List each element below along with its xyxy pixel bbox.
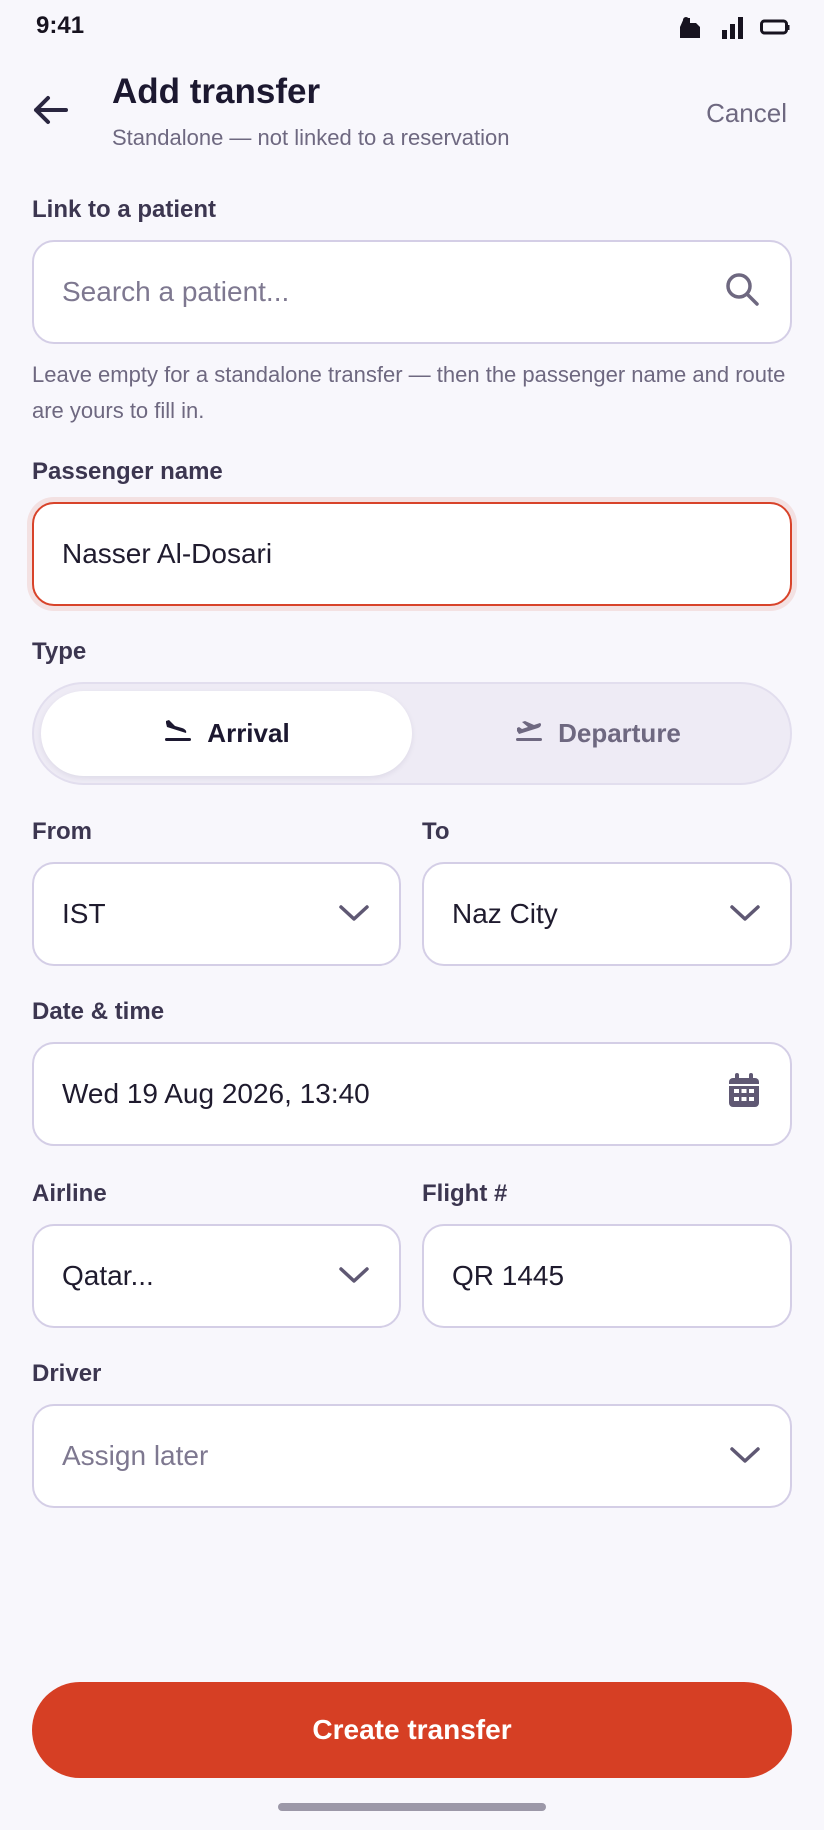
back-button[interactable]	[22, 84, 78, 140]
driver-placeholder: Assign later	[62, 1440, 209, 1471]
home-indicator[interactable]	[278, 1803, 546, 1811]
passenger-name-input[interactable]: Nasser Al-Dosari	[32, 502, 792, 606]
notification-icon	[678, 14, 706, 45]
chevron-down-icon	[337, 898, 371, 930]
chevron-down-icon	[728, 1440, 762, 1472]
flight-number-value: QR 1445	[452, 1260, 565, 1291]
from-select[interactable]: IST	[32, 862, 401, 966]
calendar-icon[interactable]	[726, 1072, 762, 1117]
airline-select[interactable]: Qatar...	[32, 1224, 401, 1328]
type-option-departure[interactable]: Departure	[412, 691, 783, 776]
type-option-arrival[interactable]: Arrival	[41, 691, 412, 776]
to-value: Naz City	[452, 898, 558, 929]
plane-takeoff-icon	[514, 717, 544, 750]
patient-search-placeholder: Search a patient...	[62, 276, 290, 307]
type-option-arrival-label: Arrival	[207, 718, 290, 748]
page-title: Add transfer	[112, 72, 321, 111]
flight-number-input[interactable]: QR 1445	[422, 1224, 792, 1328]
from-label: From	[32, 818, 92, 845]
airline-label: Airline	[32, 1180, 107, 1207]
to-select[interactable]: Naz City	[422, 862, 792, 966]
create-transfer-button[interactable]: Create transfer	[32, 1682, 792, 1778]
to-label: To	[422, 818, 450, 845]
passenger-label: Passenger name	[32, 458, 223, 485]
datetime-label: Date & time	[32, 998, 165, 1025]
type-segmented-control: Arrival Departure	[32, 682, 792, 785]
cancel-button[interactable]: Cancel	[706, 98, 787, 129]
driver-label: Driver	[32, 1360, 102, 1387]
flight-label: Flight #	[422, 1180, 508, 1207]
chevron-down-icon	[337, 1260, 371, 1292]
datetime-input[interactable]: Wed 19 Aug 2026, 13:40	[32, 1042, 792, 1146]
driver-select[interactable]: Assign later	[32, 1404, 792, 1508]
datetime-value: Wed 19 Aug 2026, 13:40	[62, 1078, 370, 1109]
chevron-down-icon	[728, 898, 762, 930]
page-subtitle: Standalone — not linked to a reservation	[112, 125, 510, 150]
plane-landing-icon	[163, 717, 193, 750]
search-icon[interactable]	[722, 269, 762, 316]
signal-icon	[720, 14, 746, 45]
patient-search-input[interactable]: Search a patient...	[32, 240, 792, 344]
type-option-departure-label: Departure	[558, 718, 681, 748]
passenger-name-value: Nasser Al-Dosari	[62, 538, 273, 569]
airline-value: Qatar...	[62, 1260, 154, 1291]
status-icons	[678, 14, 790, 45]
patient-helper-text: Leave empty for a standalone transfer — …	[32, 362, 786, 423]
status-time: 9:41	[36, 12, 85, 39]
arrow-left-icon	[30, 94, 70, 131]
from-value: IST	[62, 898, 106, 929]
battery-icon	[760, 18, 790, 41]
type-label: Type	[32, 638, 87, 665]
patient-label: Link to a patient	[32, 196, 217, 223]
